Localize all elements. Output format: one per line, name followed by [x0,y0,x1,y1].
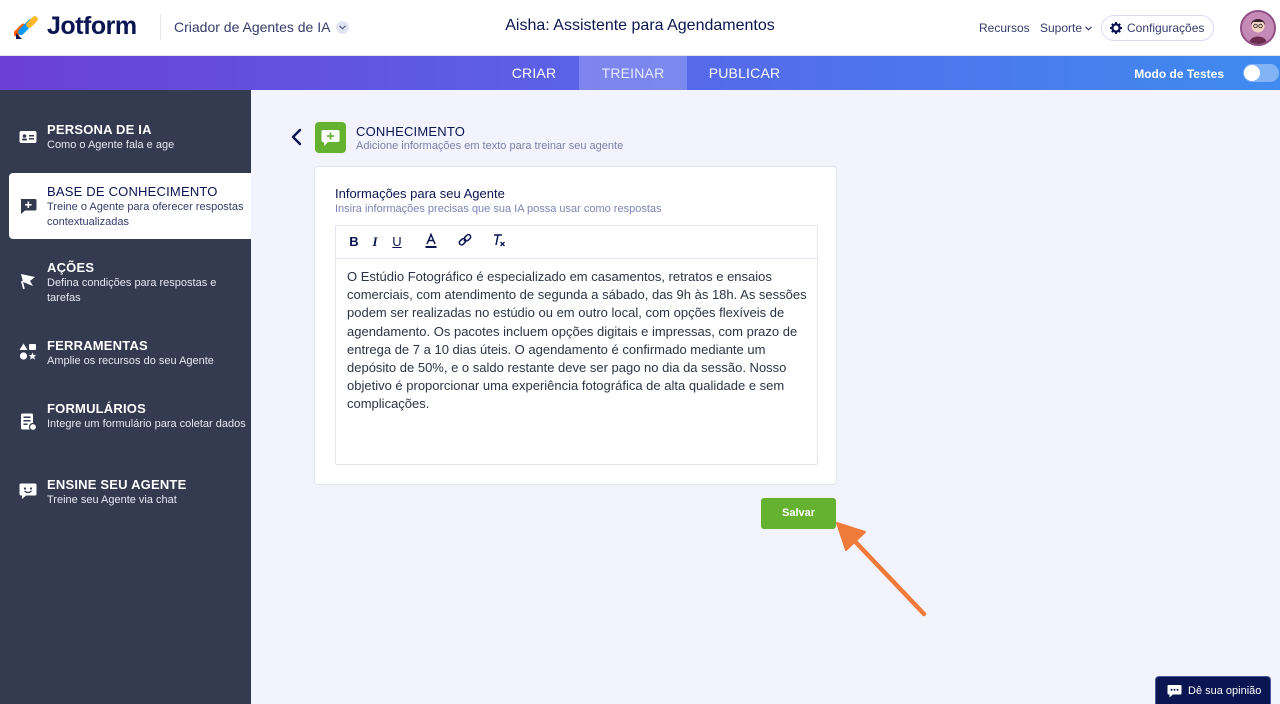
sidebar-item-desc: Defina condições para respostas e tarefa… [47,277,217,304]
text-color-icon [425,232,437,248]
chat-plus-icon [321,129,340,146]
editor-toolbar: B I U [336,226,817,259]
sidebar: PERSONA DE IA Como o Agente fala e age B… [0,90,251,704]
text-color-button[interactable] [423,232,439,251]
sidebar-item-desc: Integre um formulário para coletar dados [47,418,246,430]
chevron-down-icon [1085,25,1092,31]
avatar-image [1242,12,1274,44]
main-tabbar: CRIAR TREINAR PUBLICAR Modo de Testes [0,56,1280,90]
sidebar-item-tools[interactable]: FERRAMENTAS Amplie os recursos do seu Ag… [0,336,251,376]
sidebar-item-desc: Treine seu Agente via chat [47,494,177,506]
toggle-knob [1244,65,1260,81]
resources-link[interactable]: Recursos [979,21,1030,35]
sidebar-item-knowledge-base[interactable]: BASE DE CONHECIMENTO Treine o Agente par… [9,173,251,239]
sidebar-item-teach-agent[interactable]: ENSINE SEU AGENTE Treine seu Agente via … [0,475,251,515]
feedback-label: Dê sua opinião [1188,684,1262,697]
sidebar-item-title: AÇÕES [47,260,95,275]
underline-button[interactable]: U [389,233,405,251]
support-label: Suporte [1040,21,1083,35]
card-title: Informações para seu Agente [335,186,505,201]
tab-treinar[interactable]: TREINAR [579,56,687,90]
sidebar-item-title: FORMULÁRIOS [47,401,146,416]
sidebar-item-forms[interactable]: FORMULÁRIOS Integre um formulário para c… [0,399,251,449]
test-mode-toggle[interactable] [1243,64,1279,82]
sidebar-item-desc: Treine o Agente para oferecer respostas … [47,201,244,228]
support-dropdown[interactable]: Suporte [1040,21,1092,35]
link-button[interactable] [457,233,473,251]
flag-icon [20,274,35,290]
chat-smile-icon [19,483,37,499]
top-header: Jotform Criador de Agentes de IA Aisha: … [0,0,1280,56]
feedback-button[interactable]: Dê sua opinião [1155,676,1271,704]
resources-label: Recursos [979,21,1030,35]
clear-format-icon [493,234,505,247]
sidebar-item-title: ENSINE SEU AGENTE [47,477,187,492]
italic-button[interactable]: I [367,233,383,251]
sidebar-item-title: PERSONA DE IA [47,122,152,137]
bold-button[interactable]: B [346,233,362,251]
user-avatar[interactable] [1240,10,1276,46]
link-icon [458,233,472,246]
knowledge-title: CONHECIMENTO [356,124,466,139]
knowledge-icon [315,122,346,153]
sidebar-item-desc: Amplie os recursos do seu Agente [47,355,214,367]
agent-info-card: Informações para seu Agente Insira infor… [314,166,837,485]
feedback-chat-icon [1167,684,1182,697]
sidebar-item-persona[interactable]: PERSONA DE IA Como o Agente fala e age [0,120,251,160]
clear-format-button[interactable] [491,233,507,251]
shapes-icon [19,343,37,360]
sidebar-item-title: FERRAMENTAS [47,338,148,353]
sidebar-item-title: BASE DE CONHECIMENTO [47,184,218,199]
tab-publicar[interactable]: PUBLICAR [687,56,802,90]
save-button[interactable]: Salvar [761,498,836,529]
settings-label: Configurações [1127,21,1205,35]
editor-content[interactable]: O Estúdio Fotográfico é especializado em… [347,268,807,414]
sidebar-item-actions[interactable]: AÇÕES Defina condições para respostas e … [0,258,251,308]
form-icon [21,413,37,431]
card-subtitle: Insira informações precisas que sua IA p… [335,203,662,215]
rich-text-editor[interactable]: B I U O Estúdio Fotográfico é especializ… [335,225,818,465]
back-chevron-icon[interactable] [290,128,304,146]
test-mode-label: Modo de Testes [1134,67,1224,81]
id-card-icon [19,131,37,143]
gear-icon [1110,22,1122,34]
tab-criar[interactable]: CRIAR [489,56,579,90]
chat-plus-icon [20,199,37,214]
sidebar-item-desc: Como o Agente fala e age [47,139,175,151]
settings-button[interactable]: Configurações [1101,15,1215,41]
knowledge-subtitle: Adicione informações em texto para trein… [356,140,624,152]
annotation-arrow-icon [836,522,927,617]
